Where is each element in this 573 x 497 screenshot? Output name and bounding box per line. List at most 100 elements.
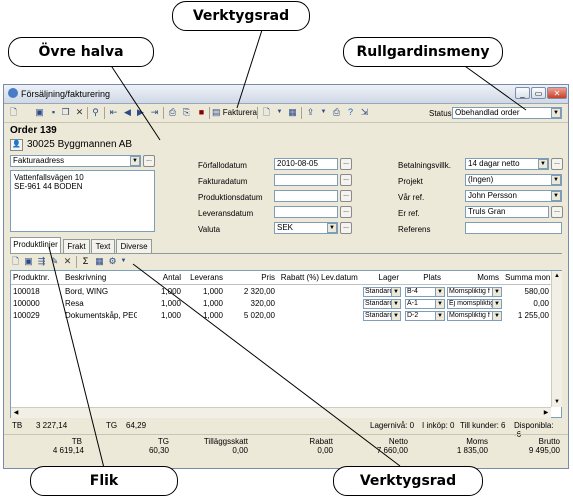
- col-lev-datum[interactable]: Lev.datum: [321, 271, 363, 284]
- address-more-button[interactable]: ...: [143, 155, 155, 167]
- new-document-icon[interactable]: 🗋: [8, 107, 19, 118]
- delete-row-icon[interactable]: ✕: [62, 256, 73, 267]
- projekt-label: Projekt: [398, 177, 423, 186]
- cell-leverans: 1,000: [202, 287, 223, 296]
- chevron-down-icon[interactable]: ▼: [274, 107, 285, 118]
- chevron-down-icon[interactable]: ▼: [492, 287, 502, 297]
- chevron-down-icon[interactable]: ▼: [435, 299, 445, 309]
- er-ref-more-button[interactable]: ...: [551, 206, 563, 218]
- chevron-down-icon[interactable]: ▼: [391, 311, 401, 321]
- stop-icon[interactable]: ■: [196, 107, 207, 118]
- table-row[interactable]: 100029 Dokumentskåp, PEG 1,000 1,000 5 0…: [11, 311, 551, 323]
- chevron-down-icon[interactable]: ▼: [435, 311, 445, 321]
- tab-text[interactable]: Text: [91, 239, 115, 253]
- printer-icon[interactable]: ⎙: [331, 107, 342, 118]
- export-icon[interactable]: ⇪: [305, 107, 316, 118]
- col-summa-moms[interactable]: Summa mon: [505, 271, 551, 284]
- first-record-icon[interactable]: ⇤: [108, 107, 119, 118]
- chevron-down-icon[interactable]: ▼: [538, 159, 548, 169]
- col-pris[interactable]: Pris: [225, 271, 275, 284]
- print-icon[interactable]: ⎙: [167, 107, 178, 118]
- horizontal-scrollbar[interactable]: ◀ ▶: [11, 407, 551, 418]
- table-row[interactable]: 100000 Resa 1,000 1,000 320,00 Standard …: [11, 299, 551, 311]
- var-ref-dropdown[interactable]: John Persson: [465, 190, 562, 202]
- calendar-button[interactable]: ...: [340, 174, 352, 186]
- chevron-down-icon[interactable]: ▼: [327, 223, 337, 233]
- er-ref-field[interactable]: Truls Gran: [465, 206, 549, 218]
- vertical-scrollbar[interactable]: ▲ ▼: [551, 271, 562, 407]
- tab-produktlinjer[interactable]: Produktlinjer: [10, 237, 61, 253]
- col-beskrivning[interactable]: Beskrivning: [65, 271, 135, 284]
- new-row-icon[interactable]: 🗋: [10, 256, 21, 267]
- calculator-icon[interactable]: ▦: [287, 107, 298, 118]
- help-icon[interactable]: ?: [345, 107, 356, 118]
- next-record-icon[interactable]: ▶: [135, 107, 146, 118]
- close-icon[interactable]: ✕: [547, 87, 567, 99]
- insert-row-icon[interactable]: ⇶: [36, 256, 47, 267]
- address-textarea[interactable]: Vattenfallsvägen 10 SE-961 44 BODEN: [10, 170, 155, 232]
- referens-field[interactable]: [465, 222, 562, 234]
- leveransdatum-field[interactable]: [274, 206, 338, 218]
- chevron-down-icon[interactable]: ▼: [435, 287, 445, 297]
- open-book-icon[interactable]: ▣: [34, 107, 45, 118]
- calendar-button[interactable]: ...: [340, 190, 352, 202]
- chevron-down-icon[interactable]: ▼: [492, 299, 502, 309]
- total-tb: TB 4 619,14: [52, 437, 84, 455]
- maximize-icon[interactable]: ▭: [531, 87, 546, 99]
- col-leverans[interactable]: Leverans: [181, 271, 223, 284]
- chevron-down-icon[interactable]: ▼: [551, 191, 561, 201]
- chevron-down-icon[interactable]: ▼: [492, 311, 502, 321]
- save-icon[interactable]: ▪: [48, 107, 59, 118]
- address-type-dropdown[interactable]: Fakturaadress: [10, 155, 141, 167]
- print-preview-icon[interactable]: ⎘: [181, 107, 192, 118]
- last-record-icon[interactable]: ⇥: [149, 107, 160, 118]
- col-plats[interactable]: Plats: [419, 271, 441, 284]
- col-lager[interactable]: Lager: [371, 271, 399, 284]
- minimize-icon[interactable]: _: [515, 87, 530, 99]
- customer-lookup-button[interactable]: 👤: [10, 139, 23, 151]
- col-moms[interactable]: Moms: [469, 271, 499, 284]
- delete-icon[interactable]: ✕: [74, 107, 85, 118]
- fakturadatum-field[interactable]: [274, 174, 338, 186]
- document-icon[interactable]: 🗋: [261, 107, 272, 118]
- tab-frakt[interactable]: Frakt: [63, 239, 90, 253]
- chevron-down-icon[interactable]: ▼: [318, 107, 329, 118]
- scroll-down-icon[interactable]: ▼: [552, 397, 562, 407]
- chevron-down-icon[interactable]: ▼: [551, 108, 561, 118]
- previous-record-icon[interactable]: ◀: [122, 107, 133, 118]
- tools-icon[interactable]: ⚙: [107, 256, 118, 267]
- open-book-icon[interactable]: ▣: [23, 256, 34, 267]
- tab-diverse[interactable]: Diverse: [116, 239, 152, 253]
- chevron-down-icon[interactable]: ▼: [118, 256, 129, 267]
- valuta-more-button[interactable]: ...: [340, 222, 352, 234]
- chevron-down-icon[interactable]: ▼: [391, 299, 401, 309]
- projekt-dropdown[interactable]: (Ingen): [465, 174, 562, 186]
- col-rabatt[interactable]: Rabatt (%): [273, 271, 319, 284]
- order-title: Order 139: [10, 125, 57, 136]
- col-antal[interactable]: Antal: [135, 271, 181, 284]
- edit-row-icon[interactable]: ✎: [49, 256, 60, 267]
- fakturera-button[interactable]: ▤ Fakturera: [212, 107, 257, 119]
- betalningsvillk-dropdown[interactable]: 14 dagar netto: [465, 158, 549, 170]
- chevron-down-icon[interactable]: ▼: [391, 287, 401, 297]
- calendar-button[interactable]: ...: [340, 158, 352, 170]
- customer-name: 30025 Byggmannen AB: [27, 139, 133, 150]
- sum-icon[interactable]: Σ: [80, 256, 91, 267]
- table-row[interactable]: 100018 Bord, WING 1,000 1,000 2 320,00 S…: [11, 287, 551, 299]
- col-produktnr[interactable]: Produktnr.: [13, 271, 63, 284]
- scroll-up-icon[interactable]: ▲: [552, 271, 562, 281]
- produktionsdatum-field[interactable]: [274, 190, 338, 202]
- calendar-button[interactable]: ...: [340, 206, 352, 218]
- copy-icon[interactable]: ❐: [60, 107, 71, 118]
- forfallodatum-field[interactable]: 2010-08-05: [274, 158, 338, 170]
- chevron-down-icon[interactable]: ▼: [130, 156, 140, 166]
- exit-icon[interactable]: ⇲: [359, 107, 370, 118]
- leveransdatum-label: Leveransdatum: [198, 209, 254, 218]
- scroll-right-icon[interactable]: ▶: [541, 408, 551, 418]
- stock-icon[interactable]: ▦: [94, 256, 105, 267]
- betalningsvillk-more-button[interactable]: ...: [551, 158, 563, 170]
- scroll-left-icon[interactable]: ◀: [11, 408, 21, 418]
- chevron-down-icon[interactable]: ▼: [551, 175, 561, 185]
- search-icon[interactable]: ⚲: [90, 107, 101, 118]
- status-dropdown[interactable]: Obehandlad order: [452, 107, 562, 119]
